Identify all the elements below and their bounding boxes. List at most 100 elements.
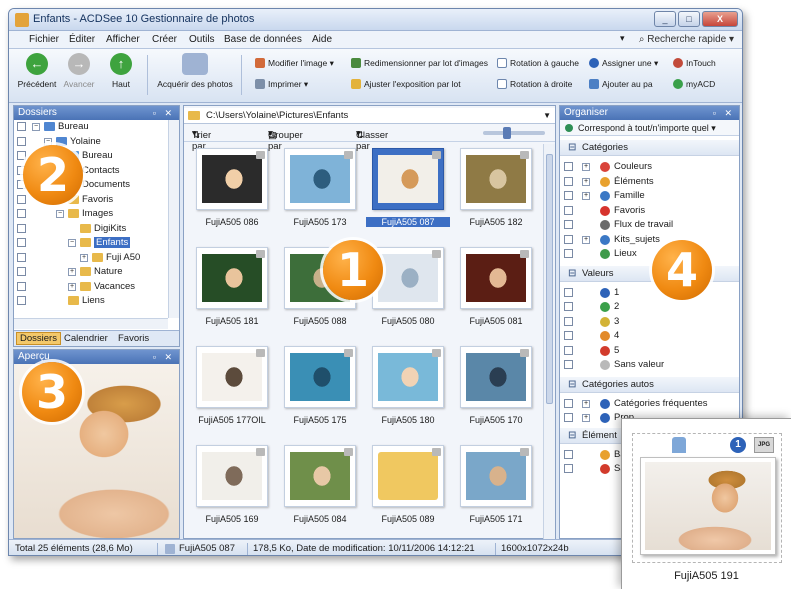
folder-tree-item[interactable]: + Nature	[14, 265, 168, 279]
folder-checkbox[interactable]	[17, 296, 26, 305]
scrollbar-thumb[interactable]	[546, 154, 553, 404]
expand-toggle-icon[interactable]: +	[582, 177, 590, 186]
expand-toggle-icon[interactable]: +	[582, 192, 590, 200]
folder-tree-item[interactable]: Liens	[14, 294, 168, 308]
collapse-icon[interactable]: ⊟	[568, 140, 576, 156]
tab-favoris[interactable]: Favoris	[118, 333, 149, 344]
class-by-button[interactable]: ⇅ Classer par ▾	[356, 128, 388, 152]
folder-tree-item[interactable]: DigiKits	[14, 222, 168, 236]
expand-toggle-icon[interactable]: −	[32, 123, 40, 131]
menu-fichier[interactable]: Fichier	[29, 34, 59, 45]
thumbnail-item[interactable]: FujiA505 089	[366, 441, 450, 537]
close-button[interactable]: X	[702, 11, 738, 27]
categories-section[interactable]: ⊟ Catégories	[560, 140, 739, 156]
menu-afficher[interactable]: Afficher	[106, 34, 140, 45]
expand-toggle-icon[interactable]: −	[56, 210, 64, 218]
organiser-checkbox[interactable]	[564, 220, 573, 229]
thumbnail-item[interactable]: FujiA505 087	[366, 144, 450, 240]
pane-controls[interactable]: ▫ ✕	[153, 106, 175, 120]
modify-image-button[interactable]: Modifier l'image ▾	[255, 58, 334, 69]
organiser-checkbox[interactable]	[564, 464, 573, 473]
back-button[interactable]: ← Précédent	[17, 53, 57, 89]
zoom-thumbnail-frame[interactable]	[640, 457, 776, 555]
intouch-button[interactable]: InTouch	[673, 58, 716, 68]
folder-tree-item[interactable]: − Yolaine	[14, 135, 168, 149]
browser-scrollbar[interactable]	[543, 144, 555, 540]
expand-toggle-icon[interactable]: −	[68, 239, 76, 247]
organiser-checkbox[interactable]	[564, 191, 573, 200]
pane-controls[interactable]: ▫ ✕	[713, 106, 735, 120]
expand-toggle-icon[interactable]: +	[68, 282, 76, 291]
organiser-checkbox[interactable]	[564, 360, 573, 369]
thumbnail-item[interactable]: FujiA505 170	[454, 342, 538, 438]
organiser-checkbox[interactable]	[564, 398, 573, 408]
menu-base-de-donnees[interactable]: Base de données	[224, 34, 302, 45]
menu-creer[interactable]: Créer	[152, 34, 177, 45]
organiser-checkbox[interactable]	[564, 316, 573, 326]
folder-tree-item[interactable]: + Fuji A50	[14, 251, 168, 265]
collapse-icon[interactable]: ⊟	[568, 428, 576, 444]
expand-toggle-icon[interactable]: +	[582, 399, 590, 408]
thumbnail-item[interactable]: FujiA505 182	[454, 144, 538, 240]
pane-controls[interactable]: ▫ ✕	[153, 350, 175, 364]
thumbnail-item[interactable]: FujiA505 173	[278, 144, 362, 240]
tab-calendrier[interactable]: Calendrier	[64, 333, 108, 344]
zoom-slider-handle[interactable]	[503, 127, 511, 139]
group-by-button[interactable]: ▤ Grouper par ▾	[268, 128, 303, 152]
organiser-checkbox[interactable]	[564, 234, 573, 244]
folder-tree-item[interactable]: − Bureau	[14, 120, 168, 134]
organiser-checkbox[interactable]	[564, 331, 573, 340]
thumbnail-item[interactable]: FujiA505 180	[366, 342, 450, 438]
rotate-left-button[interactable]: Rotation à gauche	[497, 58, 579, 68]
folder-tree-item[interactable]: − Enfants	[14, 236, 168, 250]
folder-tree-item[interactable]: − Images	[14, 207, 168, 221]
organiser-checkbox[interactable]	[564, 205, 573, 215]
myacd-button[interactable]: myACD	[673, 79, 715, 89]
folder-tree-item[interactable]: + Vacances	[14, 280, 168, 294]
rotate-right-button[interactable]: Rotation à droite	[497, 79, 572, 89]
thumbnail-item[interactable]: FujiA505 084	[278, 441, 362, 537]
organiser-checkbox[interactable]	[564, 302, 573, 311]
folder-checkbox[interactable]	[17, 238, 26, 247]
folder-checkbox[interactable]	[17, 267, 26, 276]
batch-exposure-button[interactable]: Ajuster l'exposition par lot	[351, 79, 461, 89]
path-bar[interactable]: C:\Users\Yolaine\Pictures\Enfants ▼	[184, 108, 555, 124]
organiser-item[interactable]: 2	[560, 300, 739, 314]
folders-horizontal-scrollbar[interactable]	[14, 318, 168, 329]
organiser-item[interactable]: + Couleurs	[560, 160, 739, 174]
acquire-photos-button[interactable]: Acquérir des photos	[155, 53, 235, 89]
expand-toggle-icon[interactable]: +	[80, 253, 88, 262]
folders-vertical-scrollbar[interactable]	[168, 120, 179, 318]
add-to-button[interactable]: Ajouter au pa	[589, 79, 653, 89]
expand-toggle-icon[interactable]: +	[68, 268, 76, 276]
collapse-icon[interactable]: ⊟	[568, 377, 576, 393]
thumbnail-item[interactable]: FujiA505 081	[454, 243, 538, 339]
organiser-item[interactable]: + Kits_sujets	[560, 233, 739, 247]
thumbnail-item[interactable]: FujiA505 171	[454, 441, 538, 537]
batch-resize-button[interactable]: Redimensionner par lot d'images	[351, 58, 488, 68]
assign-button[interactable]: Assigner une ▾	[589, 58, 658, 69]
thumbnail-item[interactable]: FujiA505 177OIL	[190, 342, 274, 438]
folder-checkbox[interactable]	[17, 122, 26, 131]
folder-checkbox[interactable]	[17, 223, 26, 233]
expand-toggle-icon[interactable]: +	[582, 235, 590, 244]
minimize-button[interactable]: _	[654, 11, 676, 27]
folder-checkbox[interactable]	[17, 136, 26, 146]
organiser-checkbox[interactable]	[564, 287, 573, 297]
match-mode-dropdown[interactable]: Correspond à tout/n'importe quel ▾	[560, 120, 739, 136]
thumbnail-item[interactable]: FujiA505 169	[190, 441, 274, 537]
organiser-item[interactable]: Favoris	[560, 204, 739, 218]
folder-checkbox[interactable]	[17, 151, 26, 160]
forward-button[interactable]: → Avancer	[59, 53, 99, 89]
search-dropdown-icon[interactable]: ▾	[620, 33, 632, 44]
menu-aide[interactable]: Aide	[312, 34, 332, 45]
menu-editer[interactable]: Éditer	[69, 34, 95, 45]
zoom-slider[interactable]	[483, 127, 545, 139]
folder-checkbox[interactable]	[17, 194, 26, 204]
collapse-icon[interactable]: ⊟	[568, 266, 576, 282]
organiser-item[interactable]: 1	[560, 286, 739, 300]
up-button[interactable]: ↑ Haut	[101, 53, 141, 89]
expand-toggle-icon[interactable]: +	[582, 163, 590, 171]
organiser-item[interactable]: 3	[560, 315, 739, 329]
folder-checkbox[interactable]	[17, 281, 26, 291]
